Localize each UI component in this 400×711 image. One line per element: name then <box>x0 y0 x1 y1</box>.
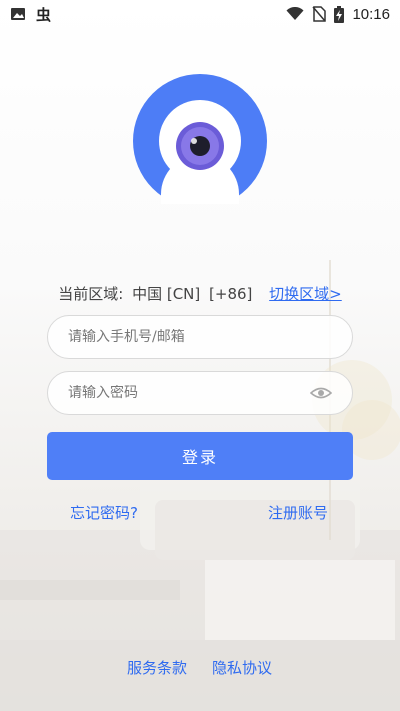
region-dial-code: [+86] <box>209 285 253 303</box>
region-label: 当前区域: <box>58 285 124 303</box>
password-input[interactable] <box>68 385 310 401</box>
region-country: 中国 [CN] <box>132 285 201 303</box>
image-icon <box>11 8 25 20</box>
region-row: 当前区域: 中国 [CN] [+86] 切换区域> <box>0 283 400 304</box>
phone-email-input[interactable] <box>68 329 332 345</box>
eye-icon[interactable] <box>310 386 332 400</box>
switch-region-link[interactable]: 切换区域> <box>269 285 342 303</box>
no-sim-icon <box>312 6 327 22</box>
forgot-password-link[interactable]: 忘记密码? <box>70 502 138 523</box>
app-logo <box>133 74 267 204</box>
phone-email-field[interactable] <box>47 315 353 359</box>
login-button[interactable]: 登录 <box>47 432 353 480</box>
terms-of-service-link[interactable]: 服务条款 <box>127 657 187 678</box>
clock: 10:16 <box>352 5 390 23</box>
register-account-link[interactable]: 注册账号 <box>268 502 328 523</box>
battery-charging-icon <box>334 5 345 23</box>
privacy-policy-link[interactable]: 隐私协议 <box>212 657 272 678</box>
bug-icon: 虫 <box>36 5 52 24</box>
status-bar: 虫 10:16 <box>0 0 400 28</box>
wifi-icon <box>286 7 304 20</box>
password-field[interactable] <box>47 371 353 415</box>
